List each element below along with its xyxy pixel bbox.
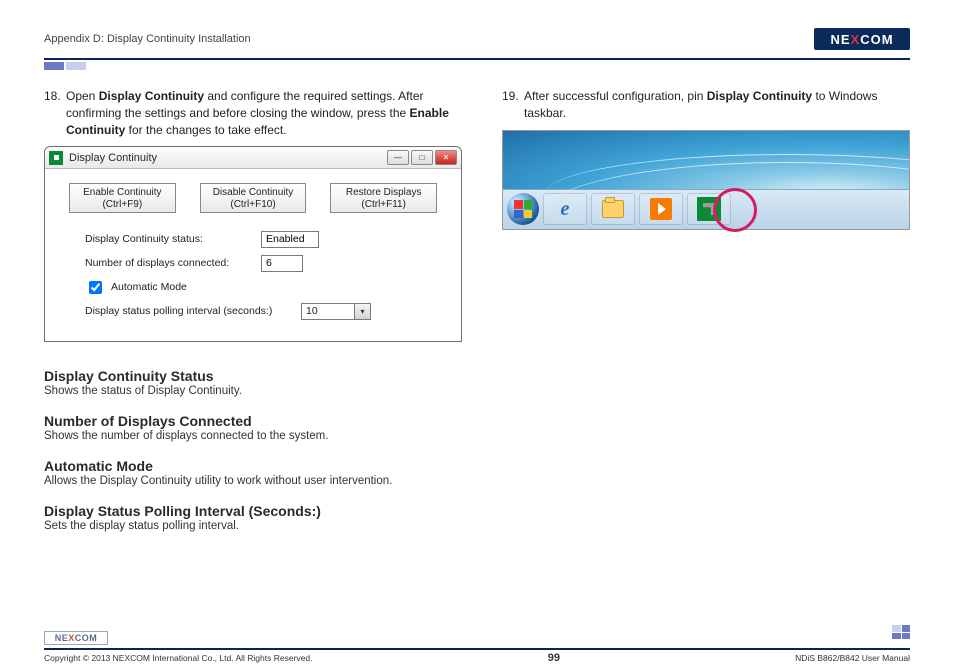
header-rule — [44, 58, 910, 60]
status-field[interactable] — [261, 231, 319, 248]
maximize-button[interactable]: □ — [411, 150, 433, 165]
automatic-mode-label: Automatic Mode — [111, 281, 187, 293]
minimize-button[interactable]: — — [387, 150, 409, 165]
text-status: Shows the status of Display Continuity. — [44, 385, 462, 397]
displays-count-field[interactable] — [261, 255, 303, 272]
heading-displays: Number of Displays Connected — [44, 413, 462, 429]
manual-name: NDiS B862/B842 User Manual — [795, 653, 910, 663]
taskbar-screenshot: e — [502, 130, 910, 230]
brand-x: X — [851, 32, 861, 47]
footer-squares-icon — [892, 625, 910, 639]
polling-interval-value: 10 — [301, 303, 355, 320]
step-18-number: 18. — [44, 88, 66, 138]
brand-post: COM — [860, 32, 893, 47]
start-button[interactable] — [507, 193, 539, 225]
step-19-text: After successful configuration, pin Disp… — [524, 88, 910, 122]
polling-interval-select[interactable]: 10 — [301, 303, 371, 320]
folder-icon — [602, 200, 624, 218]
polling-interval-label: Display status polling interval (seconds… — [85, 305, 301, 317]
page-footer: NEXCOM Copyright © 2013 NEXCOM Internati… — [44, 631, 910, 664]
brand-logo: NEXCOM — [814, 28, 910, 50]
window-titlebar[interactable]: Display Continuity — □ ✕ — [45, 147, 461, 169]
desktop-wallpaper — [503, 131, 909, 189]
play-icon — [650, 198, 672, 220]
chevron-down-icon[interactable] — [355, 303, 371, 320]
disable-continuity-button[interactable]: Disable Continuity(Ctrl+F10) — [200, 183, 307, 213]
enable-continuity-button[interactable]: Enable Continuity(Ctrl+F9) — [69, 183, 176, 213]
copyright-text: Copyright © 2013 NEXCOM International Co… — [44, 653, 312, 663]
heading-auto: Automatic Mode — [44, 458, 462, 474]
appendix-title: Appendix D: Display Continuity Installat… — [44, 33, 251, 45]
text-auto: Allows the Display Continuity utility to… — [44, 475, 462, 487]
displays-count-label: Number of displays connected: — [85, 257, 261, 269]
footer-logo: NEXCOM — [44, 631, 108, 645]
step-18-text: Open Display Continuity and configure th… — [66, 88, 462, 138]
window-title: Display Continuity — [69, 152, 385, 164]
color-strip — [44, 62, 910, 70]
automatic-mode-checkbox[interactable] — [89, 281, 102, 294]
text-displays: Shows the number of displays connected t… — [44, 430, 462, 442]
app-icon — [49, 151, 63, 165]
brand-pre: NE — [830, 32, 850, 47]
display-continuity-window: Display Continuity — □ ✕ Enable Continui… — [44, 146, 462, 342]
restore-displays-button[interactable]: Restore Displays(Ctrl+F11) — [330, 183, 437, 213]
status-label: Display Continuity status: — [85, 233, 261, 245]
heading-interval: Display Status Polling Interval (Seconds… — [44, 503, 462, 519]
step-19-number: 19. — [502, 88, 524, 122]
close-button[interactable]: ✕ — [435, 150, 457, 165]
heading-status: Display Continuity Status — [44, 368, 462, 384]
highlight-circle — [713, 188, 757, 232]
text-interval: Sets the display status polling interval… — [44, 520, 462, 532]
page-number: 99 — [548, 652, 560, 664]
